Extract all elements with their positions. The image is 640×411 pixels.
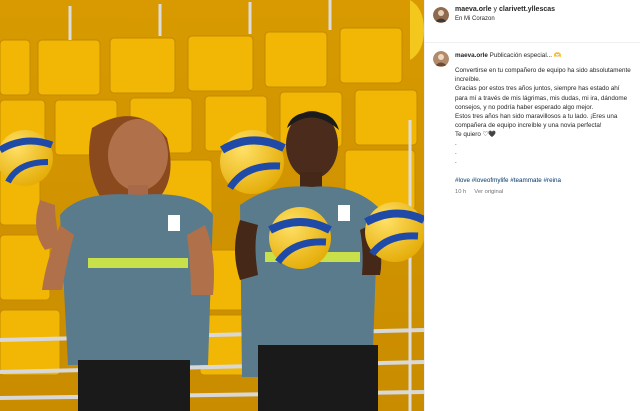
post-caption: maeva.orle Publicación especial... 🫶 Con… [425,43,640,196]
caption-first-line: Publicación especial... [487,52,554,59]
caption-paragraph-3: Estos tres años han sido maravillosos a … [455,112,618,129]
collaborator-username[interactable]: clarivett.yllescas [499,6,555,13]
caption-meta: 10 h Ver original [455,188,632,196]
avatar-icon [433,51,449,67]
caption-hashtags[interactable]: #love #loveofmylife #teammate #reina [455,176,632,185]
caption-dot: . [455,140,457,148]
caption-avatar[interactable] [433,51,449,67]
author-avatar[interactable] [433,7,449,23]
avatar-icon [433,7,449,23]
caption-emoji: 🫶 [553,52,562,59]
author-username[interactable]: maeva.orle [455,6,492,13]
volleyball-players-image [0,0,424,411]
caption-paragraph-1: Convertirse en tu compañero de equipo ha… [455,67,631,84]
caption-dots: . . . [455,139,632,166]
caption-paragraph-2: Gracias por estos tres años juntos, siem… [455,85,628,111]
author-connector: y [491,6,499,13]
caption-username[interactable]: maeva.orle [455,52,488,59]
see-original-link[interactable]: Ver original [474,189,503,195]
caption-paragraph-4: Te quiero ♡🖤 [455,131,497,138]
caption-dot: . [455,149,457,157]
post-header: maeva.orle y clarivett.yllescas En Mi Co… [425,0,640,43]
post-timestamp: 10 h [455,188,467,195]
post-location[interactable]: En Mi Corazon [455,16,555,23]
post-photo[interactable] [0,0,424,411]
post-side-panel: maeva.orle y clarivett.yllescas En Mi Co… [424,0,640,411]
caption-dot: . [455,158,457,166]
